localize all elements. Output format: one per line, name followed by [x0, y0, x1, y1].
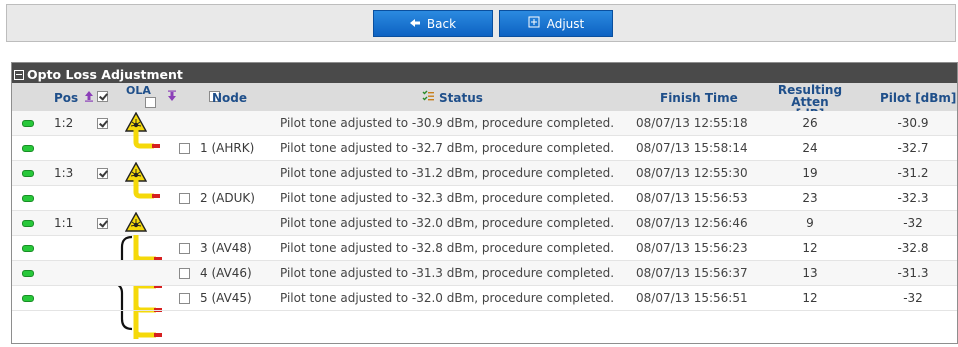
- row-node: 4 (AV46): [200, 266, 252, 280]
- ola-select-all-checkbox[interactable]: [145, 97, 157, 108]
- row-pilot: -32: [903, 216, 923, 230]
- opto-loss-panel: Opto Loss Adjustment Pos OLA Node Status…: [11, 62, 958, 344]
- row-node: 5 (AV45): [200, 291, 252, 305]
- row-status: Pilot tone adjusted to -32.3 dBm, proced…: [280, 191, 615, 205]
- row-atten: 12: [802, 241, 818, 255]
- table-row[interactable]: 1 (AHRK) Pilot tone adjusted to -32.7 dB…: [12, 128, 957, 161]
- row-pilot: -31.3: [897, 266, 929, 280]
- header-node: Node: [212, 91, 248, 105]
- status-led-icon: [22, 170, 34, 177]
- row-checkbox[interactable]: [97, 168, 108, 179]
- row-pilot: -32: [903, 291, 923, 305]
- status-led-icon: [22, 220, 34, 227]
- header-ola: OLA: [126, 84, 151, 97]
- row-finish-time: 08/07/13 12:55:30: [636, 166, 748, 180]
- row-atten: 13: [802, 266, 818, 280]
- row-checkbox[interactable]: [179, 243, 190, 254]
- header-pos: Pos: [54, 91, 79, 105]
- row-pilot: -32.3: [897, 191, 929, 205]
- row-atten: 24: [802, 141, 818, 155]
- row-pos: 1:2: [54, 116, 74, 130]
- row-pilot: -30.9: [897, 116, 929, 130]
- header-pilot: Pilot [dBm]: [880, 91, 957, 105]
- sort-up-icon[interactable]: [84, 90, 94, 105]
- row-pos: 1:1: [54, 216, 74, 230]
- row-finish-time: 08/07/13 12:56:46: [636, 216, 748, 230]
- panel-title: Opto Loss Adjustment: [27, 67, 183, 82]
- row-node: 1 (AHRK): [200, 141, 255, 155]
- collapse-icon[interactable]: [14, 69, 24, 80]
- row-checkbox[interactable]: [179, 268, 190, 279]
- status-icon: [422, 90, 435, 105]
- header-status: Status: [439, 91, 483, 105]
- adjust-icon: [528, 16, 540, 31]
- row-atten: 12: [802, 291, 818, 305]
- back-label: Back: [426, 16, 457, 31]
- status-led-icon: [22, 295, 34, 302]
- row-atten: 26: [802, 116, 818, 130]
- row-checkbox[interactable]: [179, 293, 190, 304]
- fiber-connector-icon: [130, 128, 164, 155]
- row-status: Pilot tone adjusted to -31.2 dBm, proced…: [280, 166, 615, 180]
- row-status: Pilot tone adjusted to -32.7 dBm, proced…: [280, 141, 615, 155]
- row-finish-time: 08/07/13 15:56:51: [636, 291, 748, 305]
- row-pos: 1:3: [54, 166, 74, 180]
- row-status: Pilot tone adjusted to -32.0 dBm, proced…: [280, 216, 615, 230]
- adjust-button[interactable]: Adjust: [499, 10, 613, 37]
- table-row[interactable]: 5 (AV45) Pilot tone adjusted to -32.0 dB…: [12, 286, 957, 311]
- toolbar: Back Adjust: [6, 4, 956, 42]
- table-row[interactable]: 2 (ADUK) Pilot tone adjusted to -32.3 dB…: [12, 178, 957, 211]
- row-atten: 19: [802, 166, 818, 180]
- status-led-icon: [22, 145, 34, 152]
- table-row[interactable]: 3 (AV48) Pilot tone adjusted to -32.8 dB…: [12, 236, 957, 261]
- row-status: Pilot tone adjusted to -31.3 dBm, proced…: [280, 266, 615, 280]
- row-finish-time: 08/07/13 15:56:23: [636, 241, 748, 255]
- status-led-icon: [22, 120, 34, 127]
- status-led-icon: [22, 270, 34, 277]
- row-node: 2 (ADUK): [200, 191, 255, 205]
- row-node: 3 (AV48): [200, 241, 252, 255]
- row-status: Pilot tone adjusted to -30.9 dBm, proced…: [280, 116, 615, 130]
- row-status: Pilot tone adjusted to -32.0 dBm, proced…: [280, 291, 615, 305]
- row-finish-time: 08/07/13 12:55:18: [636, 116, 748, 130]
- row-pilot: -32.8: [897, 241, 929, 255]
- row-finish-time: 08/07/13 15:56:53: [636, 191, 748, 205]
- header-atten-line1: Resulting Atten: [777, 83, 843, 109]
- sort-down-icon[interactable]: [167, 90, 177, 105]
- row-checkbox[interactable]: [97, 118, 108, 129]
- fiber-connector-icon: [130, 178, 164, 205]
- status-led-icon: [22, 195, 34, 202]
- table-header: Pos OLA Node Status Finish Time Resultin…: [12, 83, 957, 120]
- row-checkbox[interactable]: [179, 143, 190, 154]
- row-checkbox[interactable]: [97, 218, 108, 229]
- adjust-label: Adjust: [546, 16, 585, 31]
- panel-title-bar: Opto Loss Adjustment: [12, 63, 957, 83]
- row-pilot: -32.7: [897, 141, 929, 155]
- table-row[interactable]: 4 (AV46) Pilot tone adjusted to -31.3 dB…: [12, 261, 957, 286]
- header-finish-time: Finish Time: [660, 91, 738, 105]
- row-finish-time: 08/07/13 15:58:14: [636, 141, 748, 155]
- select-all-up-checkbox[interactable]: [97, 91, 108, 102]
- row-status: Pilot tone adjusted to -32.8 dBm, proced…: [280, 241, 615, 255]
- status-led-icon: [22, 245, 34, 252]
- row-pilot: -31.2: [897, 166, 929, 180]
- row-atten: 23: [802, 191, 818, 205]
- arrow-left-icon: [409, 17, 420, 31]
- back-button[interactable]: Back: [373, 10, 493, 37]
- row-finish-time: 08/07/13 15:56:37: [636, 266, 748, 280]
- row-atten: 9: [806, 216, 814, 230]
- row-checkbox[interactable]: [179, 193, 190, 204]
